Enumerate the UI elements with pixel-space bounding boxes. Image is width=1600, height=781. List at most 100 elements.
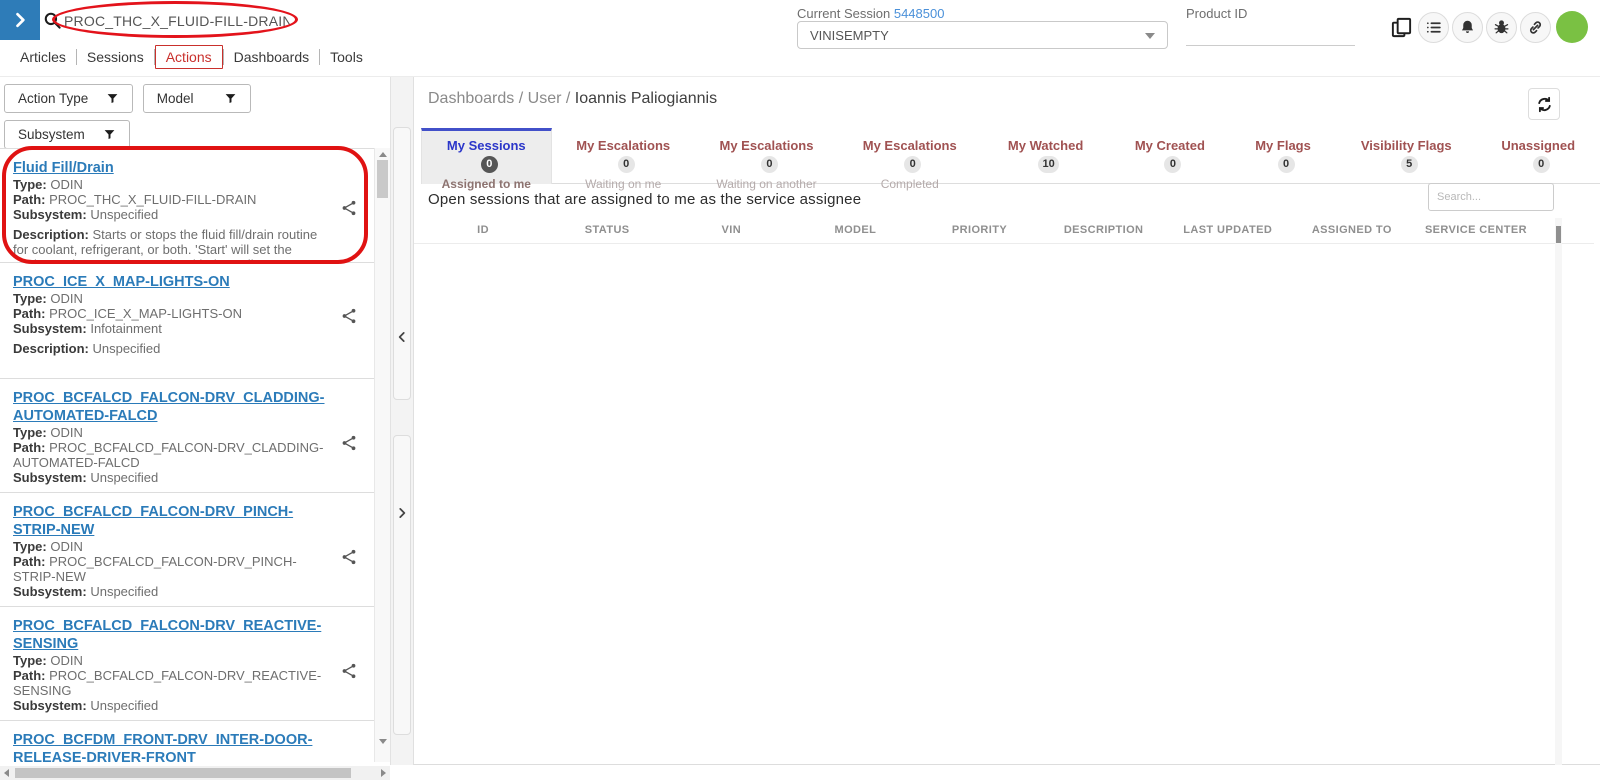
splitter-segment: [393, 127, 411, 400]
tab-my-created[interactable]: My Created0: [1110, 128, 1230, 183]
tab-count-badge: 0: [1533, 156, 1550, 173]
scroll-down-icon[interactable]: [379, 739, 387, 744]
description-label: Description:: [13, 227, 89, 242]
tab-visibility-flags[interactable]: Visibility Flags5: [1336, 128, 1476, 183]
share-icon[interactable]: [340, 548, 358, 566]
expand-right-icon[interactable]: [395, 505, 409, 521]
action-card[interactable]: PROC_BCFDM_FRONT-DRV_INTER-DOOR-RELEASE-…: [0, 721, 374, 762]
type-value: ODIN: [50, 653, 83, 668]
share-icon[interactable]: [340, 434, 358, 452]
column-header-service-center[interactable]: SERVICE CENTER: [1414, 224, 1538, 236]
nav-item-articles[interactable]: Articles: [10, 46, 76, 68]
breadcrumb-user[interactable]: User: [528, 90, 562, 107]
scroll-up-icon[interactable]: [379, 152, 387, 157]
product-id-input[interactable]: [1186, 22, 1355, 46]
path-label: Path:: [13, 440, 46, 455]
current-session-id-link[interactable]: 5448500: [894, 6, 945, 21]
description-value: Unspecified: [92, 341, 160, 356]
tab-my-escalations-waiting-on-another[interactable]: My Escalations0 Waiting on another: [695, 128, 838, 183]
action-card[interactable]: PROC_BCFALCD_FALCON-DRV_CLADDING-AUTOMAT…: [0, 379, 374, 493]
scrollbar-thumb[interactable]: [377, 160, 388, 198]
breadcrumb-dashboards[interactable]: Dashboards: [428, 90, 514, 107]
collapse-left-icon[interactable]: [395, 329, 409, 345]
action-card-fluid-fill-drain[interactable]: Fluid Fill/Drain Type: ODIN Path: PROC_T…: [0, 149, 374, 263]
user-status-indicator[interactable]: [1556, 11, 1588, 43]
session-vin-value: VINISEMPTY: [810, 28, 889, 43]
tab-label: My Escalations: [863, 138, 957, 153]
scrollbar-thumb[interactable]: [1556, 226, 1561, 243]
column-header-assigned-to[interactable]: ASSIGNED TO: [1290, 224, 1414, 236]
bug-report-button[interactable]: [1486, 12, 1517, 43]
path-label: Path:: [13, 668, 46, 683]
global-search-input[interactable]: [64, 8, 290, 33]
path-label: Path:: [13, 554, 46, 569]
table-search-input[interactable]: [1428, 183, 1554, 211]
breadcrumb-separator: /: [519, 90, 523, 107]
action-title-link[interactable]: PROC_ICE_X_MAP-LIGHTS-ON: [13, 274, 230, 290]
tab-count-badge: 0: [761, 156, 778, 173]
share-icon[interactable]: [340, 199, 358, 217]
sidebar-expand-button[interactable]: [0, 0, 40, 40]
tab-my-sessions[interactable]: My Sessions0 Assigned to me: [421, 128, 552, 184]
nav-item-sessions[interactable]: Sessions: [77, 46, 154, 68]
scroll-left-icon[interactable]: [4, 769, 9, 777]
link-icon: [1527, 19, 1544, 36]
share-icon[interactable]: [340, 662, 358, 680]
nav-item-tools[interactable]: Tools: [320, 46, 373, 68]
table-vertical-scrollbar[interactable]: [1555, 218, 1562, 765]
filter-subsystem-button[interactable]: Subsystem: [4, 120, 130, 149]
link-button[interactable]: [1520, 12, 1551, 43]
action-title-link[interactable]: PROC_BCFALCD_FALCON-DRV_PINCH-STRIP-NEW: [13, 504, 293, 538]
type-label: Type:: [13, 653, 47, 668]
column-header-status[interactable]: STATUS: [545, 224, 669, 236]
scrollbar-thumb[interactable]: [15, 768, 351, 778]
action-card[interactable]: PROC_BCFALCD_FALCON-DRV_PINCH-STRIP-NEW …: [0, 493, 374, 607]
refresh-button[interactable]: [1528, 88, 1560, 120]
column-header-priority[interactable]: PRIORITY: [917, 224, 1041, 236]
action-card[interactable]: PROC_BCFALCD_FALCON-DRV_REACTIVE-SENSING…: [0, 607, 374, 721]
current-session-text: Current Session: [797, 6, 890, 21]
column-header-description[interactable]: DESCRIPTION: [1042, 224, 1166, 236]
sidebar-vertical-scrollbar[interactable]: [374, 148, 390, 762]
action-title-link[interactable]: PROC_BCFDM_FRONT-DRV_INTER-DOOR-RELEASE-…: [13, 732, 312, 762]
breadcrumb-username: Ioannis Paliogiannis: [575, 90, 717, 107]
share-icon[interactable]: [340, 307, 358, 325]
nav-item-dashboards[interactable]: Dashboards: [224, 46, 320, 68]
subsystem-value: Unspecified: [90, 698, 158, 713]
column-header-id[interactable]: ID: [421, 224, 545, 236]
copy-icon[interactable]: [1390, 16, 1413, 39]
tab-my-flags[interactable]: My Flags0: [1230, 128, 1336, 183]
sessions-table-header: ID STATUS VIN MODEL PRIORITY DESCRIPTION…: [421, 224, 1538, 236]
scroll-right-icon[interactable]: [381, 769, 386, 777]
action-title-link[interactable]: Fluid Fill/Drain: [13, 160, 114, 176]
filter-label: Action Type: [18, 91, 88, 106]
filter-model-button[interactable]: Model: [143, 84, 251, 113]
tab-subtitle: Waiting on me: [567, 177, 680, 191]
dashboard-panel: Dashboards / User / Ioannis Paliogiannis…: [413, 77, 1600, 765]
column-header-vin[interactable]: VIN: [669, 224, 793, 236]
action-title-link[interactable]: PROC_BCFALCD_FALCON-DRV_REACTIVE-SENSING: [13, 618, 321, 652]
subsystem-value: Unspecified: [90, 470, 158, 485]
column-header-model[interactable]: MODEL: [793, 224, 917, 236]
tab-my-watched[interactable]: My Watched10: [981, 128, 1109, 183]
tab-subtitle: Completed: [853, 177, 966, 191]
tab-unassigned[interactable]: Unassigned0: [1476, 128, 1600, 183]
action-title-link[interactable]: PROC_BCFALCD_FALCON-DRV_CLADDING-AUTOMAT…: [13, 390, 325, 424]
action-card[interactable]: PROC_ICE_X_MAP-LIGHTS-ON Type: ODIN Path…: [0, 263, 374, 379]
panel-splitter[interactable]: [390, 77, 413, 765]
column-header-last-updated[interactable]: LAST UPDATED: [1166, 224, 1290, 236]
tab-count-badge: 5: [1401, 156, 1418, 173]
notifications-button[interactable]: [1452, 12, 1483, 43]
subsystem-label: Subsystem:: [13, 321, 87, 336]
session-vin-select[interactable]: VINISEMPTY: [797, 21, 1168, 49]
tab-count-badge: 0: [904, 156, 921, 173]
nav-item-actions[interactable]: Actions: [155, 45, 223, 69]
tab-count-badge: 0: [481, 156, 498, 173]
filter-label: Model: [157, 91, 194, 106]
filter-action-type-button[interactable]: Action Type: [4, 84, 133, 113]
tab-my-escalations-waiting-on-me[interactable]: My Escalations0 Waiting on me: [552, 128, 695, 183]
list-menu-button[interactable]: [1418, 12, 1449, 43]
splitter-segment: [393, 435, 411, 735]
sidebar-horizontal-scrollbar[interactable]: [0, 766, 390, 780]
tab-my-escalations-completed[interactable]: My Escalations0 Completed: [838, 128, 981, 183]
